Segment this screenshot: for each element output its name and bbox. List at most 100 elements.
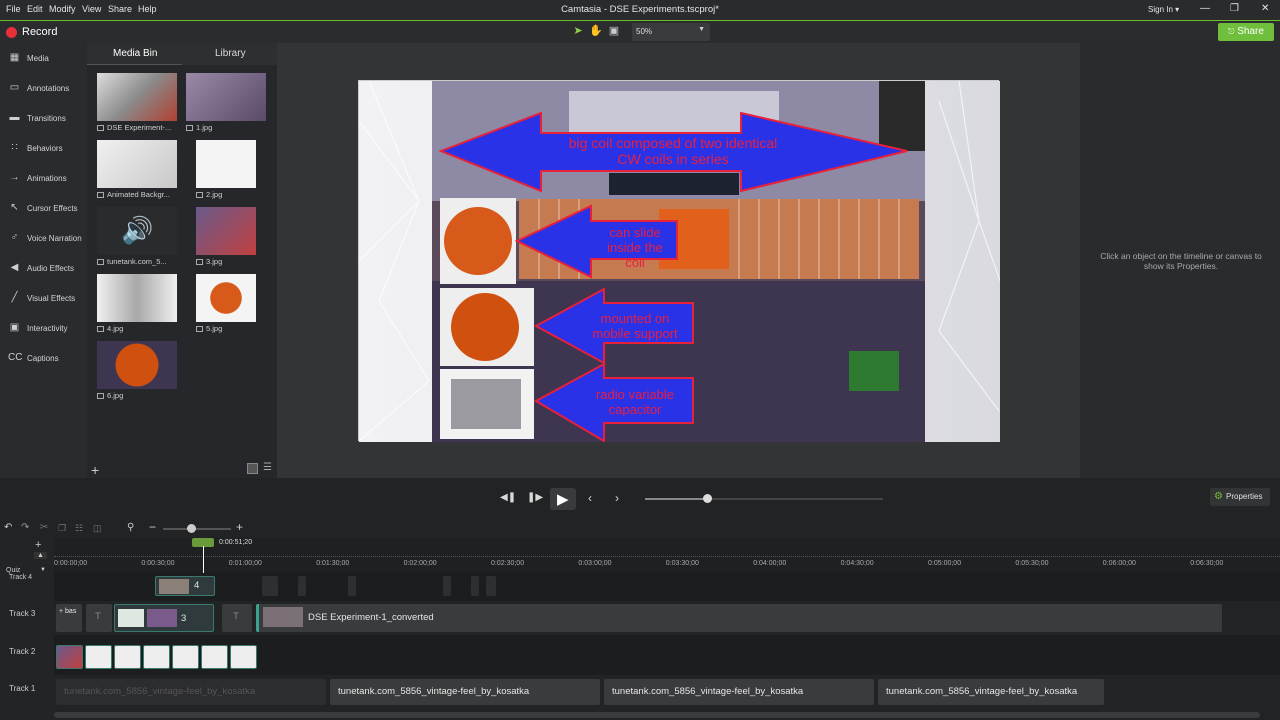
media-thumbnail[interactable] xyxy=(196,274,256,322)
prev-marker-icon[interactable]: ‹ xyxy=(588,491,592,505)
track-2-image-clip[interactable] xyxy=(201,645,228,669)
audio-clip[interactable]: tunetank.com_5856_vintage-feel_by_kosatk… xyxy=(604,679,874,705)
sidebar-item-voice-narration[interactable]: ♂ Voice Narration xyxy=(0,228,87,250)
annotation-icon: ▭ xyxy=(9,82,20,93)
clip-thumbnail xyxy=(147,609,177,627)
track-2-image-clip[interactable] xyxy=(230,645,257,669)
media-thumbnail-label: 4.jpg xyxy=(97,324,181,333)
sidebar-item-label: Cursor Effects xyxy=(27,204,78,213)
track-2-image-clip[interactable] xyxy=(114,645,141,669)
track-3-bas-clip[interactable]: + bas xyxy=(56,604,82,632)
split-icon[interactable]: ◫ xyxy=(93,523,102,534)
sidebar-item-annotations[interactable]: ▭ Annotations xyxy=(0,78,87,100)
track-3-group-clip[interactable]: 3 xyxy=(114,604,214,632)
track-4-clip[interactable] xyxy=(471,576,479,596)
menu-bar: File Edit Modify View Share Help Camtasi… xyxy=(0,0,1280,20)
scrub-knob[interactable] xyxy=(702,494,712,503)
step-forward-icon[interactable]: ❚▶ xyxy=(527,492,543,503)
horizontal-scrollbar[interactable] xyxy=(54,712,1260,718)
audio-clip-label: tunetank.com_5856_vintage-feel_by_kosatk… xyxy=(612,686,804,697)
cut-icon[interactable]: ✂ xyxy=(40,522,48,533)
properties-button[interactable]: ⚙ Properties xyxy=(1210,488,1270,506)
media-thumbnail[interactable] xyxy=(196,207,256,255)
speaker-icon: ◀ xyxy=(10,262,19,273)
preview-canvas[interactable]: big coil composed of two identical CW coi… xyxy=(358,80,1001,443)
audio-clip[interactable]: tunetank.com_5856_vintage-feel_by_kosatk… xyxy=(330,679,600,705)
sidebar-item-audio-effects[interactable]: ◀ Audio Effects xyxy=(0,258,87,280)
sidebar-item-visual-effects[interactable]: ╱ Visual Effects xyxy=(0,288,87,310)
track-4-clip[interactable] xyxy=(298,576,306,596)
next-marker-icon[interactable]: › xyxy=(615,491,619,505)
quiz-label[interactable]: Quiz xyxy=(6,567,20,574)
sidebar-item-behaviors[interactable]: ∷ Behaviors xyxy=(0,138,87,160)
media-thumbnail[interactable] xyxy=(97,341,177,389)
track-4-clip[interactable] xyxy=(262,576,278,596)
track-4-clip[interactable] xyxy=(443,576,451,596)
sidebar-item-transitions[interactable]: ▬ Transitions xyxy=(0,108,87,130)
media-bin-panel: Media Bin Library DSE Experiment-... 1.jp… xyxy=(87,43,277,478)
track-3-text-clip[interactable]: T xyxy=(86,604,112,632)
media-thumbnail[interactable] xyxy=(97,274,177,322)
search-icon[interactable]: ⚲ xyxy=(127,522,134,533)
audio-clip[interactable]: tunetank.com_5856_vintage-feel_by_kosatk… xyxy=(56,679,326,705)
ruler-tick-label: 0:00:00;00 xyxy=(54,560,88,567)
zoom-in-icon[interactable]: + xyxy=(236,520,243,534)
media-thumbnail[interactable] xyxy=(196,140,256,188)
media-type-icon xyxy=(97,192,104,199)
track-4-clip[interactable] xyxy=(486,576,496,596)
scrub-track[interactable] xyxy=(645,494,883,503)
sidebar-item-label: Transitions xyxy=(27,114,66,123)
timeline-zoom-knob[interactable] xyxy=(187,524,196,533)
collapse-icon[interactable]: ▲ xyxy=(34,552,47,559)
timeline-zoom-slider[interactable] xyxy=(163,524,231,533)
media-thumbnail[interactable]: 🔊 xyxy=(97,207,177,255)
add-media-icon[interactable]: + xyxy=(91,462,99,478)
track-3-text-clip[interactable]: T xyxy=(222,604,252,632)
zoom-dropdown[interactable]: 50% ▼ xyxy=(632,23,710,41)
sidebar-item-animations[interactable]: → Animations xyxy=(0,168,87,190)
share-button[interactable]: ⎋ Share xyxy=(1218,23,1274,41)
zoom-out-icon[interactable]: − xyxy=(149,520,156,534)
sidebar-item-captions[interactable]: CC Captions xyxy=(0,348,87,370)
sidebar-item-media[interactable]: ▦ Media xyxy=(0,48,87,70)
pan-tool-icon[interactable]: ✋ xyxy=(588,24,604,40)
media-thumbnail[interactable] xyxy=(186,73,266,121)
track-2-image-clip[interactable] xyxy=(85,645,112,669)
track-4-lane[interactable] xyxy=(54,573,1280,601)
select-tool-icon[interactable]: ➤ xyxy=(570,24,586,40)
media-thumbnail[interactable] xyxy=(97,73,177,121)
track-2-image-clip[interactable] xyxy=(56,645,83,669)
record-label: Record xyxy=(22,26,58,38)
crop-tool-icon[interactable]: ▣ xyxy=(606,24,622,40)
close-icon[interactable]: ✕ xyxy=(1261,3,1269,14)
copy-icon[interactable]: ❐ xyxy=(58,523,66,534)
play-button[interactable]: ▶ xyxy=(550,488,576,510)
media-thumbnail[interactable] xyxy=(97,140,177,188)
media-type-icon xyxy=(196,326,203,333)
sidebar-item-interactivity[interactable]: ▣ Interactivity xyxy=(0,318,87,340)
list-view-icon[interactable]: ☰ xyxy=(263,462,272,473)
quiz-chevron-down-icon[interactable]: ▼ xyxy=(40,567,46,573)
track-3-main-clip[interactable]: DSE Experiment-1_converted xyxy=(256,604,1222,632)
paste-icon[interactable]: ☷ xyxy=(75,523,83,534)
sidebar-item-label: Media xyxy=(27,54,49,63)
step-back-icon[interactable]: ◀❚ xyxy=(500,492,516,503)
tab-media-bin[interactable]: Media Bin xyxy=(113,48,157,59)
add-track-icon[interactable]: + xyxy=(35,539,41,551)
track-2-image-clip[interactable] xyxy=(172,645,199,669)
tab-library[interactable]: Library xyxy=(215,48,246,59)
grid-view-icon[interactable] xyxy=(247,463,258,474)
sidebar-item-cursor-effects[interactable]: ↖ Cursor Effects xyxy=(0,198,87,220)
minimize-icon[interactable]: — xyxy=(1200,3,1210,14)
wand-icon: ╱ xyxy=(11,292,18,303)
audio-clip[interactable]: tunetank.com_5856_vintage-feel_by_kosatk… xyxy=(878,679,1104,705)
sign-in-menu[interactable]: Sign In ▾ xyxy=(1148,5,1179,14)
restore-icon[interactable]: ❐ xyxy=(1230,3,1239,14)
redo-icon[interactable]: ↷ xyxy=(21,522,29,533)
track-4-clip[interactable] xyxy=(348,576,356,596)
undo-icon[interactable]: ↶ xyxy=(4,522,12,533)
arrow-text-3: mounted on mobile support xyxy=(592,311,678,341)
track-4-group-clip[interactable]: 4 xyxy=(155,576,215,596)
record-button[interactable]: Record xyxy=(0,21,70,43)
track-2-image-clip[interactable] xyxy=(143,645,170,669)
